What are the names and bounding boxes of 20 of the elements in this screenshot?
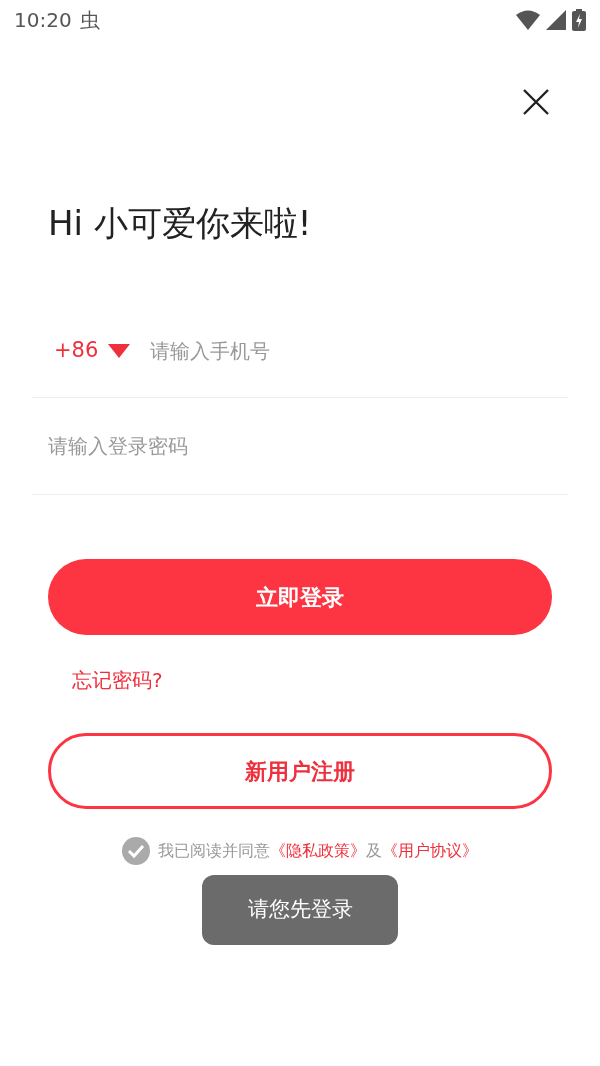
agreement-joiner: 及 [366, 840, 382, 862]
status-time: 10:20 [14, 7, 72, 34]
checkbox-icon[interactable] [122, 837, 150, 865]
wifi-icon [516, 10, 540, 30]
agreement-text: 我已阅读并同意 [158, 840, 270, 862]
login-button[interactable]: 立即登录 [48, 559, 552, 635]
user-agreement-link[interactable]: 《用户协议》 [382, 839, 478, 863]
country-code-selector[interactable]: +86 [54, 335, 131, 367]
greeting-heading: Hi 小可爱你来啦! [48, 202, 312, 245]
battery-icon [572, 9, 586, 31]
notification-glyph: 虫 [79, 7, 100, 34]
signal-icon [546, 10, 566, 30]
toast-message: 请您先登录 [202, 875, 398, 945]
caret-icon [108, 344, 131, 358]
close-icon[interactable] [522, 88, 550, 116]
privacy-policy-link[interactable]: 《隐私政策》 [270, 839, 366, 863]
forgot-password-link[interactable]: 忘记密码? [72, 665, 163, 695]
password-input-field[interactable]: 请输入登录密码 [48, 431, 568, 461]
register-button[interactable]: 新用户注册 [48, 733, 552, 809]
phone-input-field[interactable]: 请输入手机号 [150, 336, 568, 366]
